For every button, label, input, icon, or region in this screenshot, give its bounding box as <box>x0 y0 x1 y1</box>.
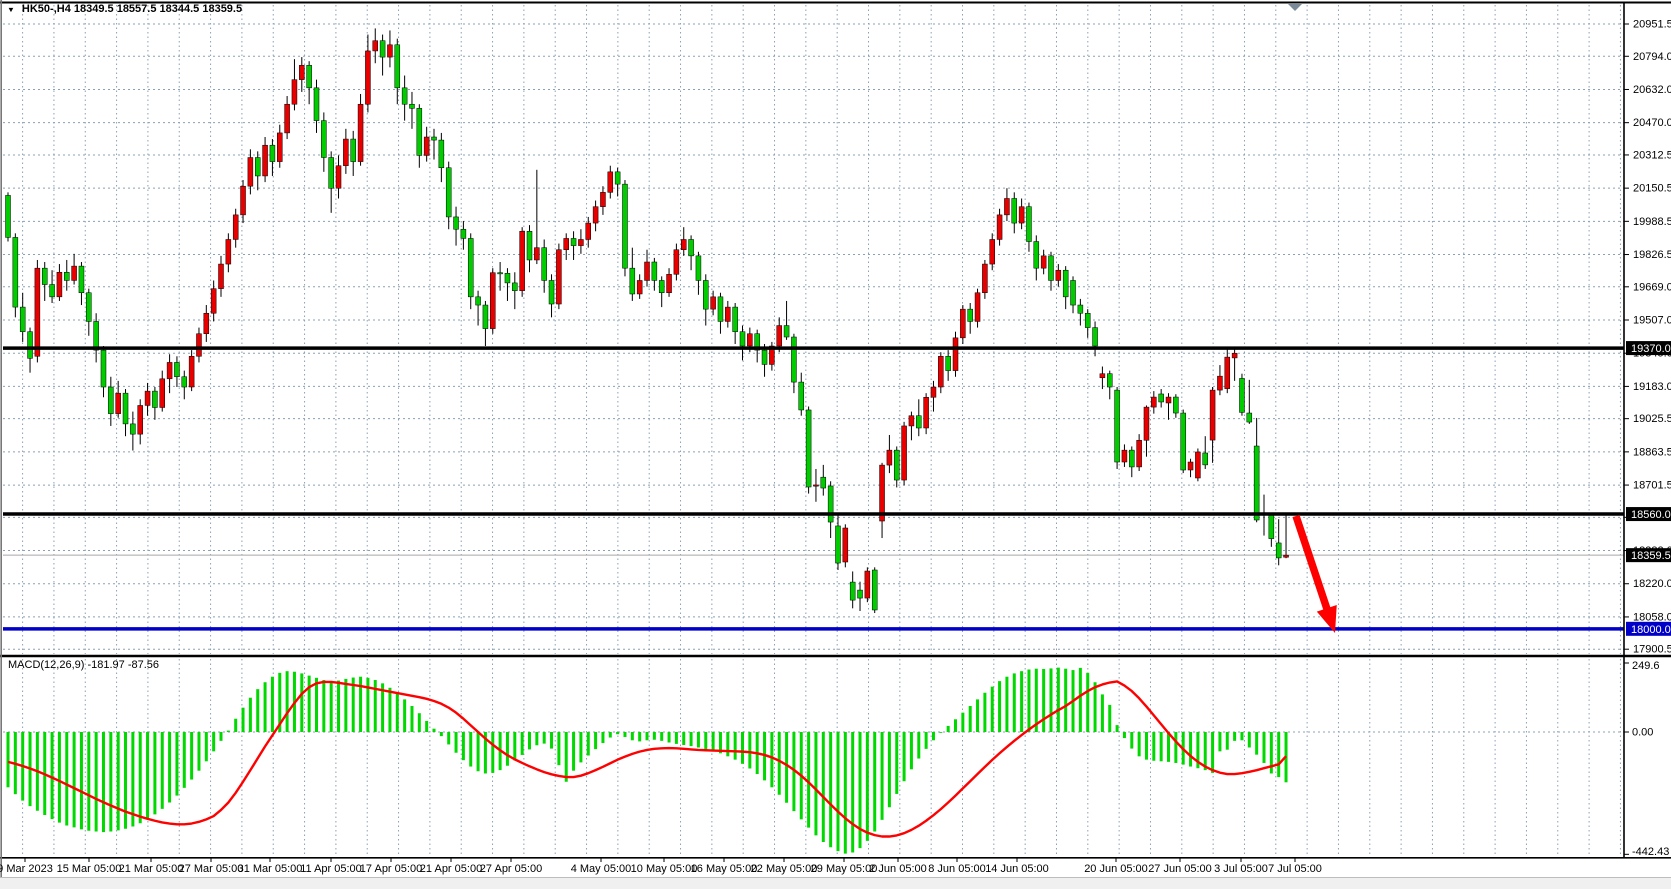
mt4-chart-window: 20951.5 20794.0 20632.0 20470.0 20312.5 20150… <box>0 0 1671 889</box>
symbol-ohlc-text: HK50-,H4 18349.5 18557.5 18344.5 18359.5 <box>22 3 242 15</box>
svg-text:20794.0: 20794.0 <box>1633 51 1671 63</box>
svg-text:19025.5: 19025.5 <box>1633 413 1671 425</box>
svg-text:18560.0: 18560.0 <box>1631 509 1671 521</box>
svg-text:20150.5: 20150.5 <box>1633 183 1671 195</box>
svg-text:18359.5: 18359.5 <box>1631 550 1671 562</box>
svg-text:4 May 05:00: 4 May 05:00 <box>571 863 632 875</box>
svg-text:21 Mar 05:00: 21 Mar 05:00 <box>119 863 184 875</box>
svg-text:27 Apr 05:00: 27 Apr 05:00 <box>480 863 542 875</box>
svg-text:19183.0: 19183.0 <box>1633 381 1671 393</box>
svg-text:19826.5: 19826.5 <box>1633 249 1671 261</box>
svg-text:0.00: 0.00 <box>1632 727 1653 739</box>
svg-text:19370.0: 19370.0 <box>1631 343 1671 355</box>
svg-text:19507.0: 19507.0 <box>1633 315 1671 327</box>
svg-text:29 May 05:00: 29 May 05:00 <box>811 863 878 875</box>
svg-text:18058.0: 18058.0 <box>1633 611 1671 623</box>
svg-text:10 May 05:00: 10 May 05:00 <box>631 863 698 875</box>
svg-text:22 May 05:00: 22 May 05:00 <box>751 863 818 875</box>
svg-text:19669.0: 19669.0 <box>1633 281 1671 293</box>
symbol-info: ▼ HK50-,H4 18349.5 18557.5 18344.5 18359… <box>7 3 242 15</box>
svg-text:17900.5: 17900.5 <box>1633 644 1671 656</box>
symbol-dropdown-icon[interactable]: ▼ <box>7 5 15 13</box>
svg-text:2 Jun 05:00: 2 Jun 05:00 <box>869 863 927 875</box>
svg-text:15 Mar 05:00: 15 Mar 05:00 <box>57 863 122 875</box>
status-bar <box>0 877 1671 889</box>
svg-text:21 Apr 05:00: 21 Apr 05:00 <box>420 863 482 875</box>
svg-text:20 Jun 05:00: 20 Jun 05:00 <box>1084 863 1148 875</box>
svg-text:27 Mar 05:00: 27 Mar 05:00 <box>179 863 244 875</box>
svg-text:16 May 05:00: 16 May 05:00 <box>691 863 758 875</box>
svg-text:18000.0: 18000.0 <box>1631 624 1671 636</box>
svg-text:18863.5: 18863.5 <box>1633 446 1671 458</box>
svg-text:18220.0: 18220.0 <box>1633 578 1671 590</box>
svg-text:20470.0: 20470.0 <box>1633 117 1671 129</box>
macd-indicator-label: MACD(12,26,9) -181.97 -87.56 <box>8 659 159 671</box>
svg-text:20312.5: 20312.5 <box>1633 149 1671 161</box>
svg-text:7 Jul 05:00: 7 Jul 05:00 <box>1268 863 1322 875</box>
svg-text:19988.5: 19988.5 <box>1633 216 1671 228</box>
svg-text:31 Mar 05:00: 31 Mar 05:00 <box>238 863 303 875</box>
svg-text:3 Jul 05:00: 3 Jul 05:00 <box>1214 863 1268 875</box>
svg-text:-442.43: -442.43 <box>1632 846 1669 858</box>
svg-text:14 Jun 05:00: 14 Jun 05:00 <box>985 863 1049 875</box>
svg-text:20951.5: 20951.5 <box>1633 19 1671 31</box>
price-chart-canvas[interactable]: 20951.5 20794.0 20632.0 20470.0 20312.5 20150… <box>0 0 1671 889</box>
svg-text:249.6: 249.6 <box>1632 660 1660 672</box>
svg-text:27 Jun 05:00: 27 Jun 05:00 <box>1148 863 1212 875</box>
svg-text:20632.0: 20632.0 <box>1633 84 1671 96</box>
svg-text:17 Apr 05:00: 17 Apr 05:00 <box>360 863 422 875</box>
svg-text:18701.5: 18701.5 <box>1633 480 1671 492</box>
svg-text:8 Jun 05:00: 8 Jun 05:00 <box>928 863 986 875</box>
svg-text:9 Mar 2023: 9 Mar 2023 <box>0 863 53 875</box>
svg-text:11 Apr 05:00: 11 Apr 05:00 <box>300 863 362 875</box>
